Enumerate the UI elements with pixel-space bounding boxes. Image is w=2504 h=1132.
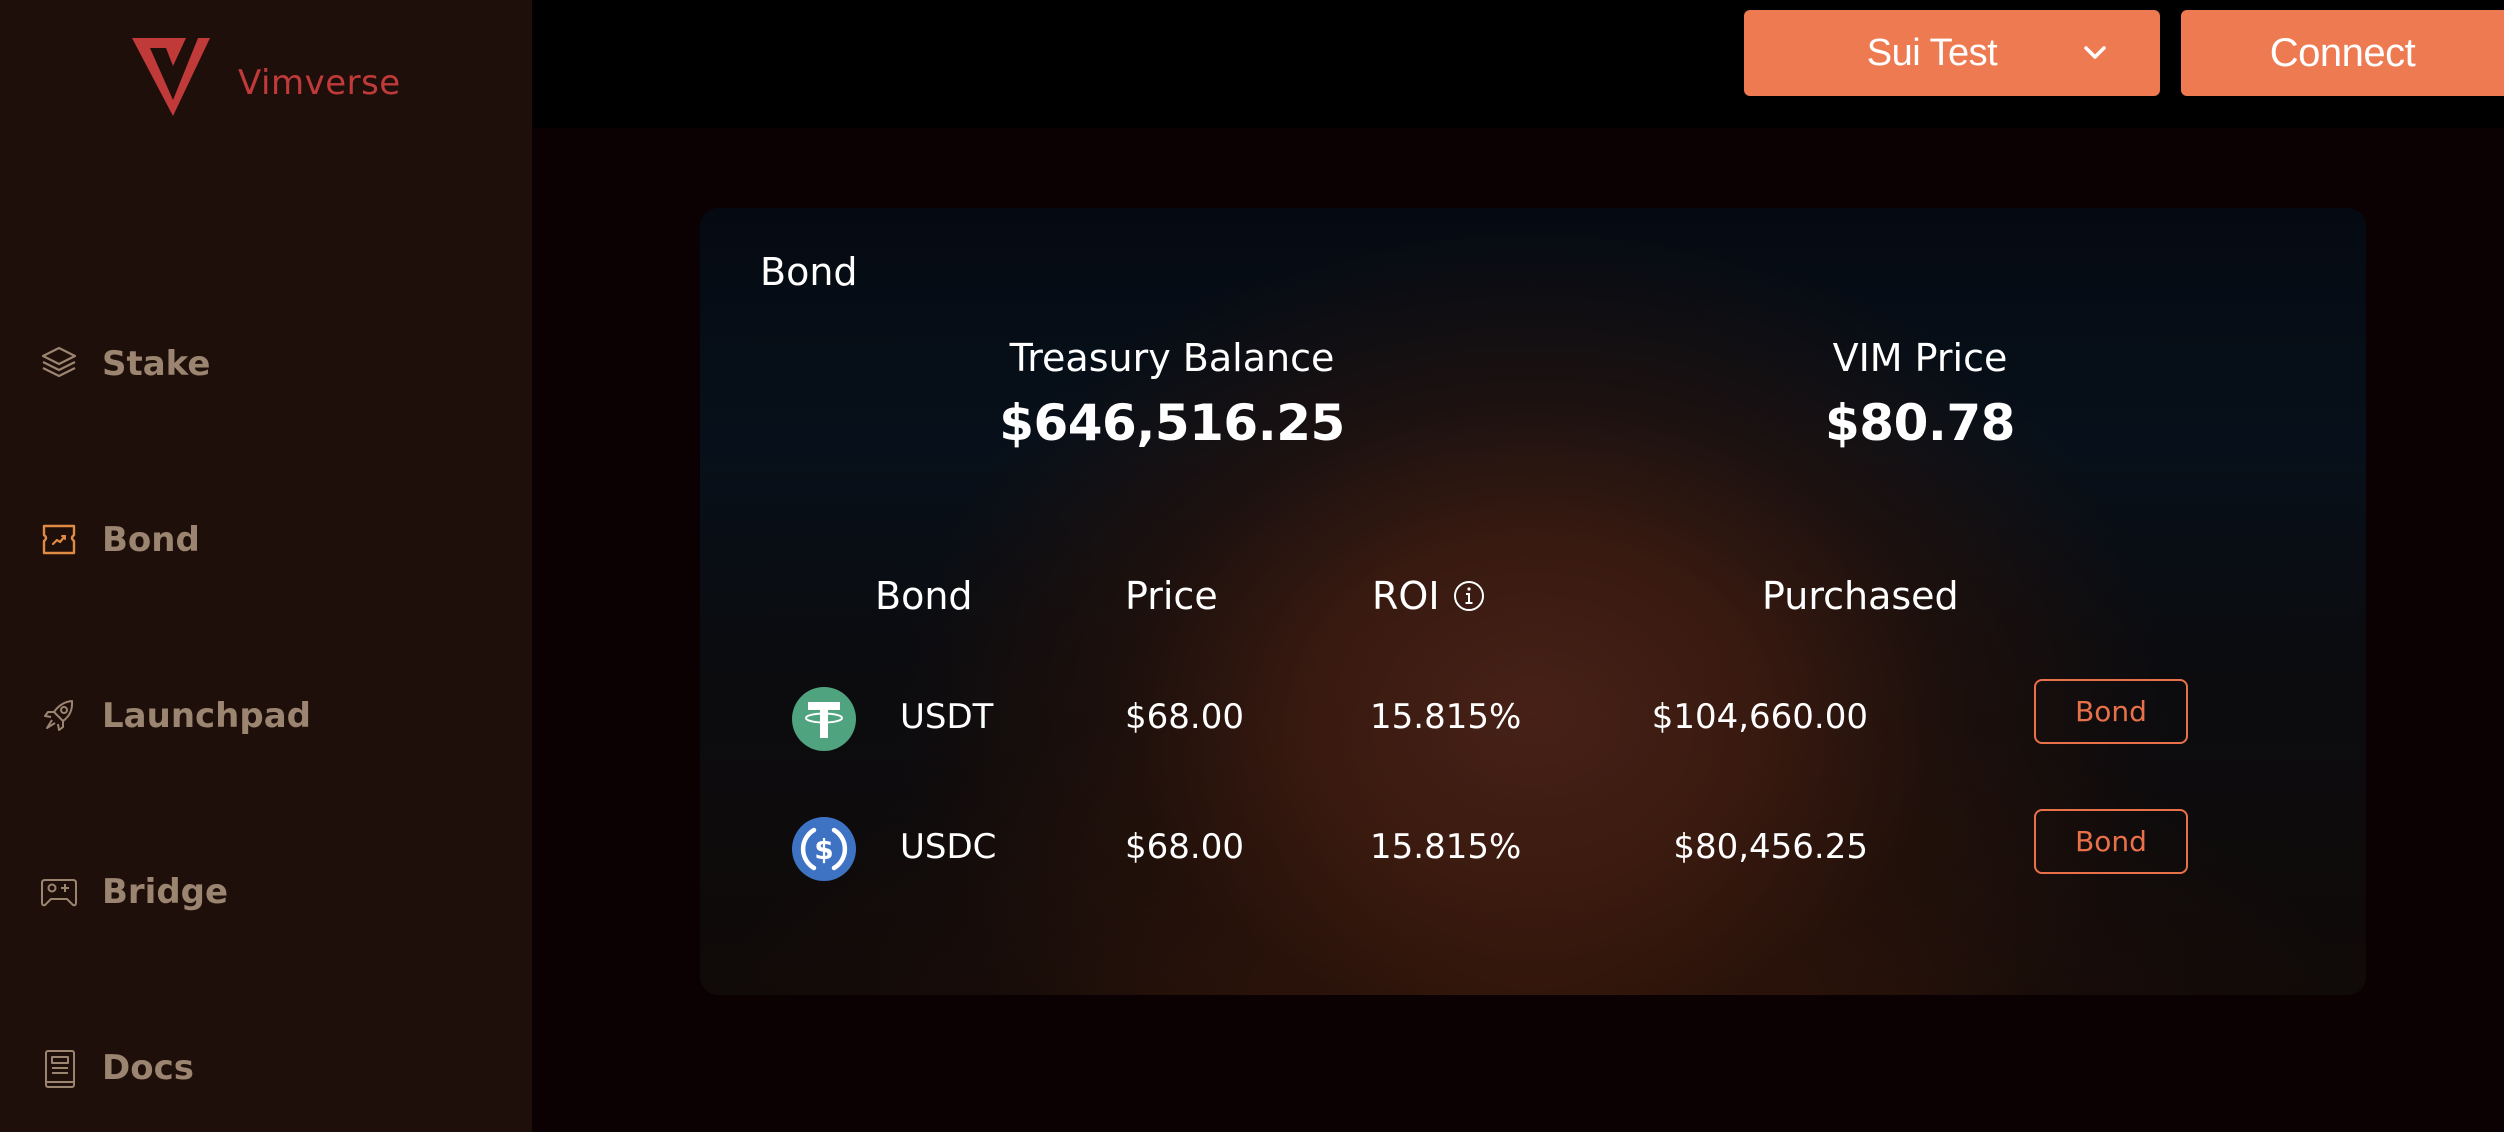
column-header-roi: ROI bbox=[1372, 574, 1486, 618]
column-header-price: Price bbox=[1125, 574, 1218, 618]
bond-price: $68.00 bbox=[1125, 827, 1244, 867]
sidebar-item-stake[interactable]: Stake bbox=[38, 334, 210, 394]
sidebar-item-launchpad[interactable]: Launchpad bbox=[38, 686, 311, 746]
vim-price-label: VIM Price bbox=[1832, 336, 2008, 380]
column-header-roi-label: ROI bbox=[1372, 574, 1440, 618]
svg-text:$: $ bbox=[814, 833, 833, 866]
bond-roi: 15.815% bbox=[1370, 697, 1522, 737]
bond-card: Bond Treasury Balance $646,516.25 VIM Pr… bbox=[700, 208, 2366, 995]
gamepad-icon bbox=[38, 871, 80, 913]
token-name: USDC bbox=[900, 827, 997, 867]
bond-ticket-icon bbox=[38, 519, 80, 561]
sidebar-item-label: Bond bbox=[102, 520, 200, 560]
brand-name: Vimverse bbox=[238, 63, 401, 103]
layers-icon bbox=[38, 343, 80, 385]
sidebar-item-label: Stake bbox=[102, 344, 211, 384]
table-row: $ USDC $68.00 15.815% $80,456.25 Bond bbox=[700, 809, 2366, 889]
table-row: USDT $68.00 15.815% $104,660.00 Bond bbox=[700, 679, 2366, 759]
network-selector-label: Sui Test bbox=[1866, 31, 1998, 74]
book-icon bbox=[38, 1047, 80, 1089]
column-header-bond: Bond bbox=[875, 574, 973, 618]
sidebar-item-label: Docs bbox=[102, 1048, 194, 1088]
token-name: USDT bbox=[900, 697, 994, 737]
sidebar-item-label: Launchpad bbox=[102, 696, 311, 736]
sidebar-item-docs[interactable]: Docs bbox=[38, 1038, 194, 1098]
sidebar-item-bond[interactable]: Bond bbox=[38, 510, 200, 570]
bond-button[interactable]: Bond bbox=[2034, 809, 2188, 874]
sidebar: Vimverse Stake Bond Launchpad Bridge Doc… bbox=[0, 0, 532, 1132]
bond-price: $68.00 bbox=[1125, 697, 1244, 737]
connect-button[interactable]: Connect bbox=[2181, 10, 2504, 96]
sidebar-item-label: Bridge bbox=[102, 872, 229, 912]
bond-button[interactable]: Bond bbox=[2034, 679, 2188, 744]
chevron-down-icon bbox=[2084, 46, 2106, 59]
sidebar-item-bridge[interactable]: Bridge bbox=[38, 862, 228, 922]
treasury-balance-value: $646,516.25 bbox=[999, 394, 1345, 452]
treasury-balance-label: Treasury Balance bbox=[1009, 336, 1335, 380]
bond-purchased: $80,456.25 bbox=[1673, 827, 1868, 867]
bond-purchased: $104,660.00 bbox=[1651, 697, 1868, 737]
info-icon[interactable] bbox=[1452, 579, 1486, 613]
bond-roi: 15.815% bbox=[1370, 827, 1522, 867]
card-title: Bond bbox=[760, 250, 858, 294]
network-selector[interactable]: Sui Test bbox=[1744, 10, 2160, 96]
usdt-icon bbox=[792, 687, 856, 751]
vim-price-value: $80.78 bbox=[1825, 394, 2015, 452]
usdc-icon: $ bbox=[792, 817, 856, 881]
treasury-balance-stat: Treasury Balance $646,516.25 bbox=[946, 336, 1398, 452]
rocket-icon bbox=[38, 695, 80, 737]
vimverse-logo-icon bbox=[132, 38, 210, 116]
vim-price-stat: VIM Price $80.78 bbox=[1770, 336, 2070, 452]
brand-logo[interactable]: Vimverse bbox=[132, 36, 401, 120]
column-header-purchased: Purchased bbox=[1762, 574, 1959, 618]
